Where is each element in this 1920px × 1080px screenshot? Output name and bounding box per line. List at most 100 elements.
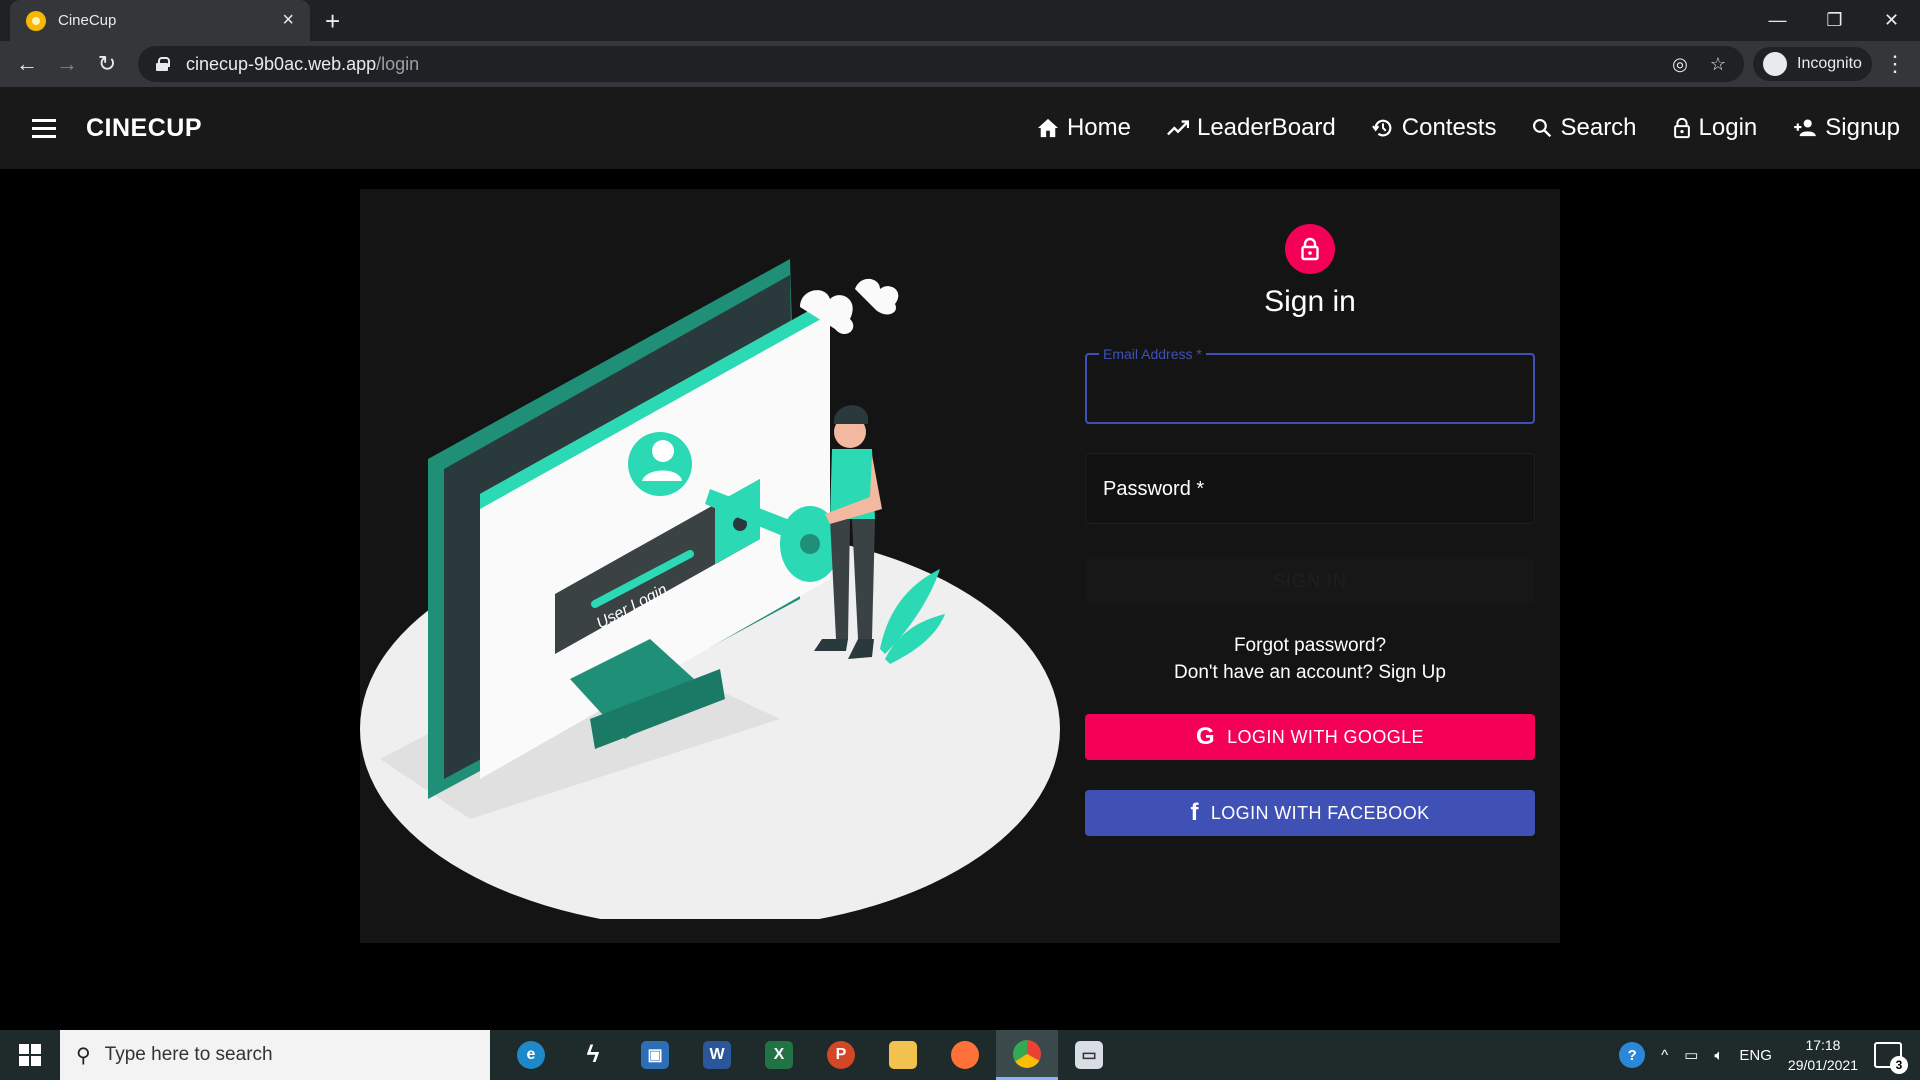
nav-label: LeaderBoard xyxy=(1196,114,1336,141)
incognito-icon xyxy=(1763,52,1787,76)
nav-signup[interactable]: Signup xyxy=(1793,114,1900,142)
app-header: CINECUP Home LeaderBoard Contests Search… xyxy=(0,87,1920,169)
tab-title: CineCup xyxy=(58,12,117,29)
nav-login[interactable]: Login xyxy=(1673,114,1758,142)
excel-icon: X xyxy=(765,1041,793,1069)
word-app[interactable]: W xyxy=(686,1030,748,1080)
chrome-icon xyxy=(1013,1039,1041,1068)
edge-icon: e xyxy=(517,1041,545,1069)
facebook-login-label: LOGIN WITH FACEBOOK xyxy=(1210,802,1430,823)
reload-icon[interactable]: ↻ xyxy=(92,49,122,79)
nav-search[interactable]: Search xyxy=(1532,114,1637,142)
browser-menu-icon[interactable]: ⋮ xyxy=(1884,51,1906,77)
back-icon[interactable]: ← xyxy=(12,49,42,79)
incognito-profile-button[interactable]: Incognito xyxy=(1753,47,1872,81)
notification-count: 3 xyxy=(1890,1056,1908,1074)
clock-date: 29/01/2021 xyxy=(1787,1057,1858,1073)
volume-icon[interactable]: 🔈︎ xyxy=(1714,1047,1723,1064)
site-favicon-icon xyxy=(26,10,46,31)
home-icon xyxy=(1037,118,1058,138)
language-indicator[interactable]: ENG xyxy=(1739,1047,1772,1064)
incognito-label: Incognito xyxy=(1797,55,1862,72)
windows-logo-icon xyxy=(19,1044,41,1066)
firefox-icon xyxy=(951,1041,979,1069)
chrome-app[interactable] xyxy=(996,1030,1058,1080)
sign-up-link[interactable]: Don't have an account? Sign Up xyxy=(1085,659,1535,686)
forgot-password-link[interactable]: Forgot password? xyxy=(1085,632,1535,659)
bookmark-star-icon[interactable]: ☆ xyxy=(1710,54,1726,75)
taskbar-apps: e ϟ ▣ W X P ▭ xyxy=(500,1030,1120,1080)
new-tab-icon[interactable]: + xyxy=(325,6,340,37)
nav-label: Contests xyxy=(1401,114,1497,141)
url-host: cinecup-9b0ac.web.app xyxy=(186,53,377,74)
notification-center-icon[interactable]: 3 xyxy=(1874,1042,1908,1074)
close-tab-icon[interactable]: × xyxy=(282,9,294,32)
app-shortcut[interactable]: ϟ xyxy=(562,1030,624,1080)
app-shortcut[interactable]: ▭ xyxy=(1058,1030,1120,1080)
taskbar-search-placeholder: Type here to search xyxy=(104,1044,273,1065)
person-add-icon xyxy=(1794,119,1817,137)
email-field[interactable]: Email Address * xyxy=(1085,346,1535,424)
lock-icon xyxy=(1673,117,1690,139)
excel-app[interactable]: X xyxy=(748,1030,810,1080)
system-clock[interactable]: 17:18 29/01/2021 xyxy=(1788,1035,1858,1075)
address-bar[interactable]: cinecup-9b0ac.web.app/login ◎ ☆ xyxy=(138,46,1744,82)
top-nav: Home LeaderBoard Contests Search Login S… xyxy=(1037,114,1900,142)
browser-toolbar: ← → ↻ cinecup-9b0ac.web.app/login ◎ ☆ In… xyxy=(0,41,1920,87)
browser-tab-strip: CineCup × + — ❐ ✕ xyxy=(0,0,1920,41)
google-login-label: LOGIN WITH GOOGLE xyxy=(1227,726,1424,747)
google-icon: G xyxy=(1196,723,1216,750)
search-icon xyxy=(1533,119,1552,138)
page-title: Sign in xyxy=(1264,285,1356,318)
chevron-up-icon[interactable]: ^ xyxy=(1661,1047,1668,1064)
search-icon: ⚲ xyxy=(76,1044,91,1067)
nav-label: Search xyxy=(1560,114,1637,141)
sign-in-button[interactable]: SIGN IN xyxy=(1085,559,1535,604)
history-icon xyxy=(1371,119,1392,137)
start-button[interactable] xyxy=(0,1030,60,1080)
word-icon: W xyxy=(703,1041,731,1069)
minimize-icon[interactable]: — xyxy=(1749,0,1806,41)
powerpoint-app[interactable]: P xyxy=(810,1030,872,1080)
window-app-icon: ▭ xyxy=(1075,1041,1103,1069)
forward-icon[interactable]: → xyxy=(52,49,82,79)
lightning-icon: ϟ xyxy=(586,1041,600,1068)
menu-icon[interactable] xyxy=(32,118,56,138)
secure-lock-icon[interactable] xyxy=(156,57,170,71)
restore-icon[interactable]: ❐ xyxy=(1806,0,1863,41)
battery-icon[interactable]: ▭ xyxy=(1684,1046,1698,1064)
auth-links: Forgot password? Don't have an account? … xyxy=(1085,632,1535,686)
url-path: /login xyxy=(376,53,420,74)
nav-leaderboard[interactable]: LeaderBoard xyxy=(1167,114,1336,142)
monitor-app-icon: ▣ xyxy=(641,1041,669,1069)
nav-label: Home xyxy=(1066,114,1131,141)
nav-home[interactable]: Home xyxy=(1037,114,1131,142)
os-taskbar: ⚲ Type here to search e ϟ ▣ W X P ▭ ? ^ … xyxy=(0,1030,1920,1080)
file-explorer-app[interactable] xyxy=(872,1030,934,1080)
help-icon[interactable]: ? xyxy=(1619,1042,1646,1068)
password-field[interactable]: Password * xyxy=(1085,453,1535,524)
close-window-icon[interactable]: ✕ xyxy=(1863,0,1920,41)
login-card: User Login Sign in Email Address * Passw… xyxy=(360,189,1560,943)
folder-icon xyxy=(889,1041,917,1069)
system-tray: ? ^ ▭ 🔈︎ ENG 17:18 29/01/2021 3 xyxy=(1619,1035,1920,1075)
powerpoint-icon: P xyxy=(827,1041,855,1069)
password-field-label: Password * xyxy=(1103,478,1205,500)
lock-avatar-icon xyxy=(1285,224,1335,274)
app-shortcut[interactable]: ▣ xyxy=(624,1030,686,1080)
trending-up-icon xyxy=(1167,120,1189,136)
firefox-app[interactable] xyxy=(934,1030,996,1080)
nav-contests[interactable]: Contests xyxy=(1371,114,1497,142)
google-login-button[interactable]: G LOGIN WITH GOOGLE xyxy=(1085,714,1535,760)
clock-time: 17:18 xyxy=(1805,1037,1841,1053)
window-controls: — ❐ ✕ xyxy=(1749,0,1920,41)
eye-slash-icon[interactable]: ◎ xyxy=(1672,54,1688,75)
brand-logo[interactable]: CINECUP xyxy=(86,114,202,143)
login-illustration: User Login xyxy=(360,259,1060,919)
nav-label: Login xyxy=(1698,114,1758,141)
browser-tab[interactable]: CineCup × xyxy=(10,0,310,41)
email-field-label: Email Address * xyxy=(1099,346,1206,362)
edge-app[interactable]: e xyxy=(500,1030,562,1080)
facebook-login-button[interactable]: f LOGIN WITH FACEBOOK xyxy=(1085,790,1535,836)
taskbar-search[interactable]: ⚲ Type here to search xyxy=(60,1030,490,1080)
